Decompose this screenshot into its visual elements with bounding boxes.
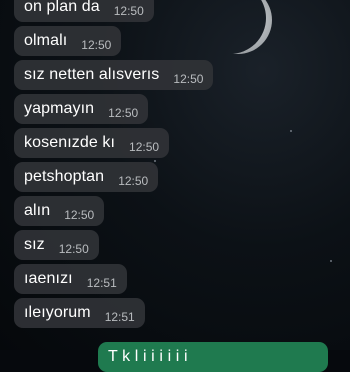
message-text: petshoptan <box>24 168 105 185</box>
message-time: 12:50 <box>129 140 160 154</box>
message-text: yapmayın <box>24 100 95 117</box>
message-bubble[interactable]: alın 12:50 <box>14 196 105 226</box>
message-bubble[interactable]: sız netten alısverıs 12:50 <box>14 60 214 90</box>
message-time: 12:50 <box>64 208 95 222</box>
message-text: sız netten alısverıs <box>24 66 160 83</box>
message-time: 12:50 <box>81 38 112 52</box>
star-decoration <box>330 260 332 262</box>
message-text: on plan da <box>24 0 100 15</box>
message-time: 12:51 <box>86 276 117 290</box>
message-time: 12:50 <box>118 174 149 188</box>
crescent-moon-icon <box>208 0 272 54</box>
message-bubble[interactable]: on plan da 12:50 <box>14 0 154 22</box>
star-decoration <box>290 130 292 132</box>
message-text: kosenızde kı <box>24 134 116 151</box>
message-text: T k l i i i i i i <box>108 348 188 365</box>
message-time: 12:50 <box>108 106 139 120</box>
message-bubble[interactable]: ıaenızı 12:51 <box>14 264 127 294</box>
message-bubble[interactable]: olmalı 12:50 <box>14 26 122 56</box>
message-text: ıleıyorum <box>24 304 91 321</box>
message-text: sız <box>24 236 45 253</box>
message-bubble[interactable]: ıleıyorum 12:51 <box>14 298 145 328</box>
message-time: 12:50 <box>113 4 144 18</box>
message-time: 12:51 <box>104 310 135 324</box>
outgoing-message-bubble[interactable]: T k l i i i i i i <box>98 342 328 372</box>
message-bubble[interactable]: yapmayın 12:50 <box>14 94 149 124</box>
message-bubble[interactable]: petshoptan 12:50 <box>14 162 159 192</box>
message-time: 12:50 <box>173 72 204 86</box>
message-bubble[interactable]: sız 12:50 <box>14 230 99 260</box>
star-decoration <box>154 160 156 162</box>
message-text: ıaenızı <box>24 270 73 287</box>
message-text: alın <box>24 202 51 219</box>
message-time: 12:50 <box>58 242 89 256</box>
message-bubble[interactable]: kosenızde kı 12:50 <box>14 128 170 158</box>
message-text: olmalı <box>24 32 68 49</box>
